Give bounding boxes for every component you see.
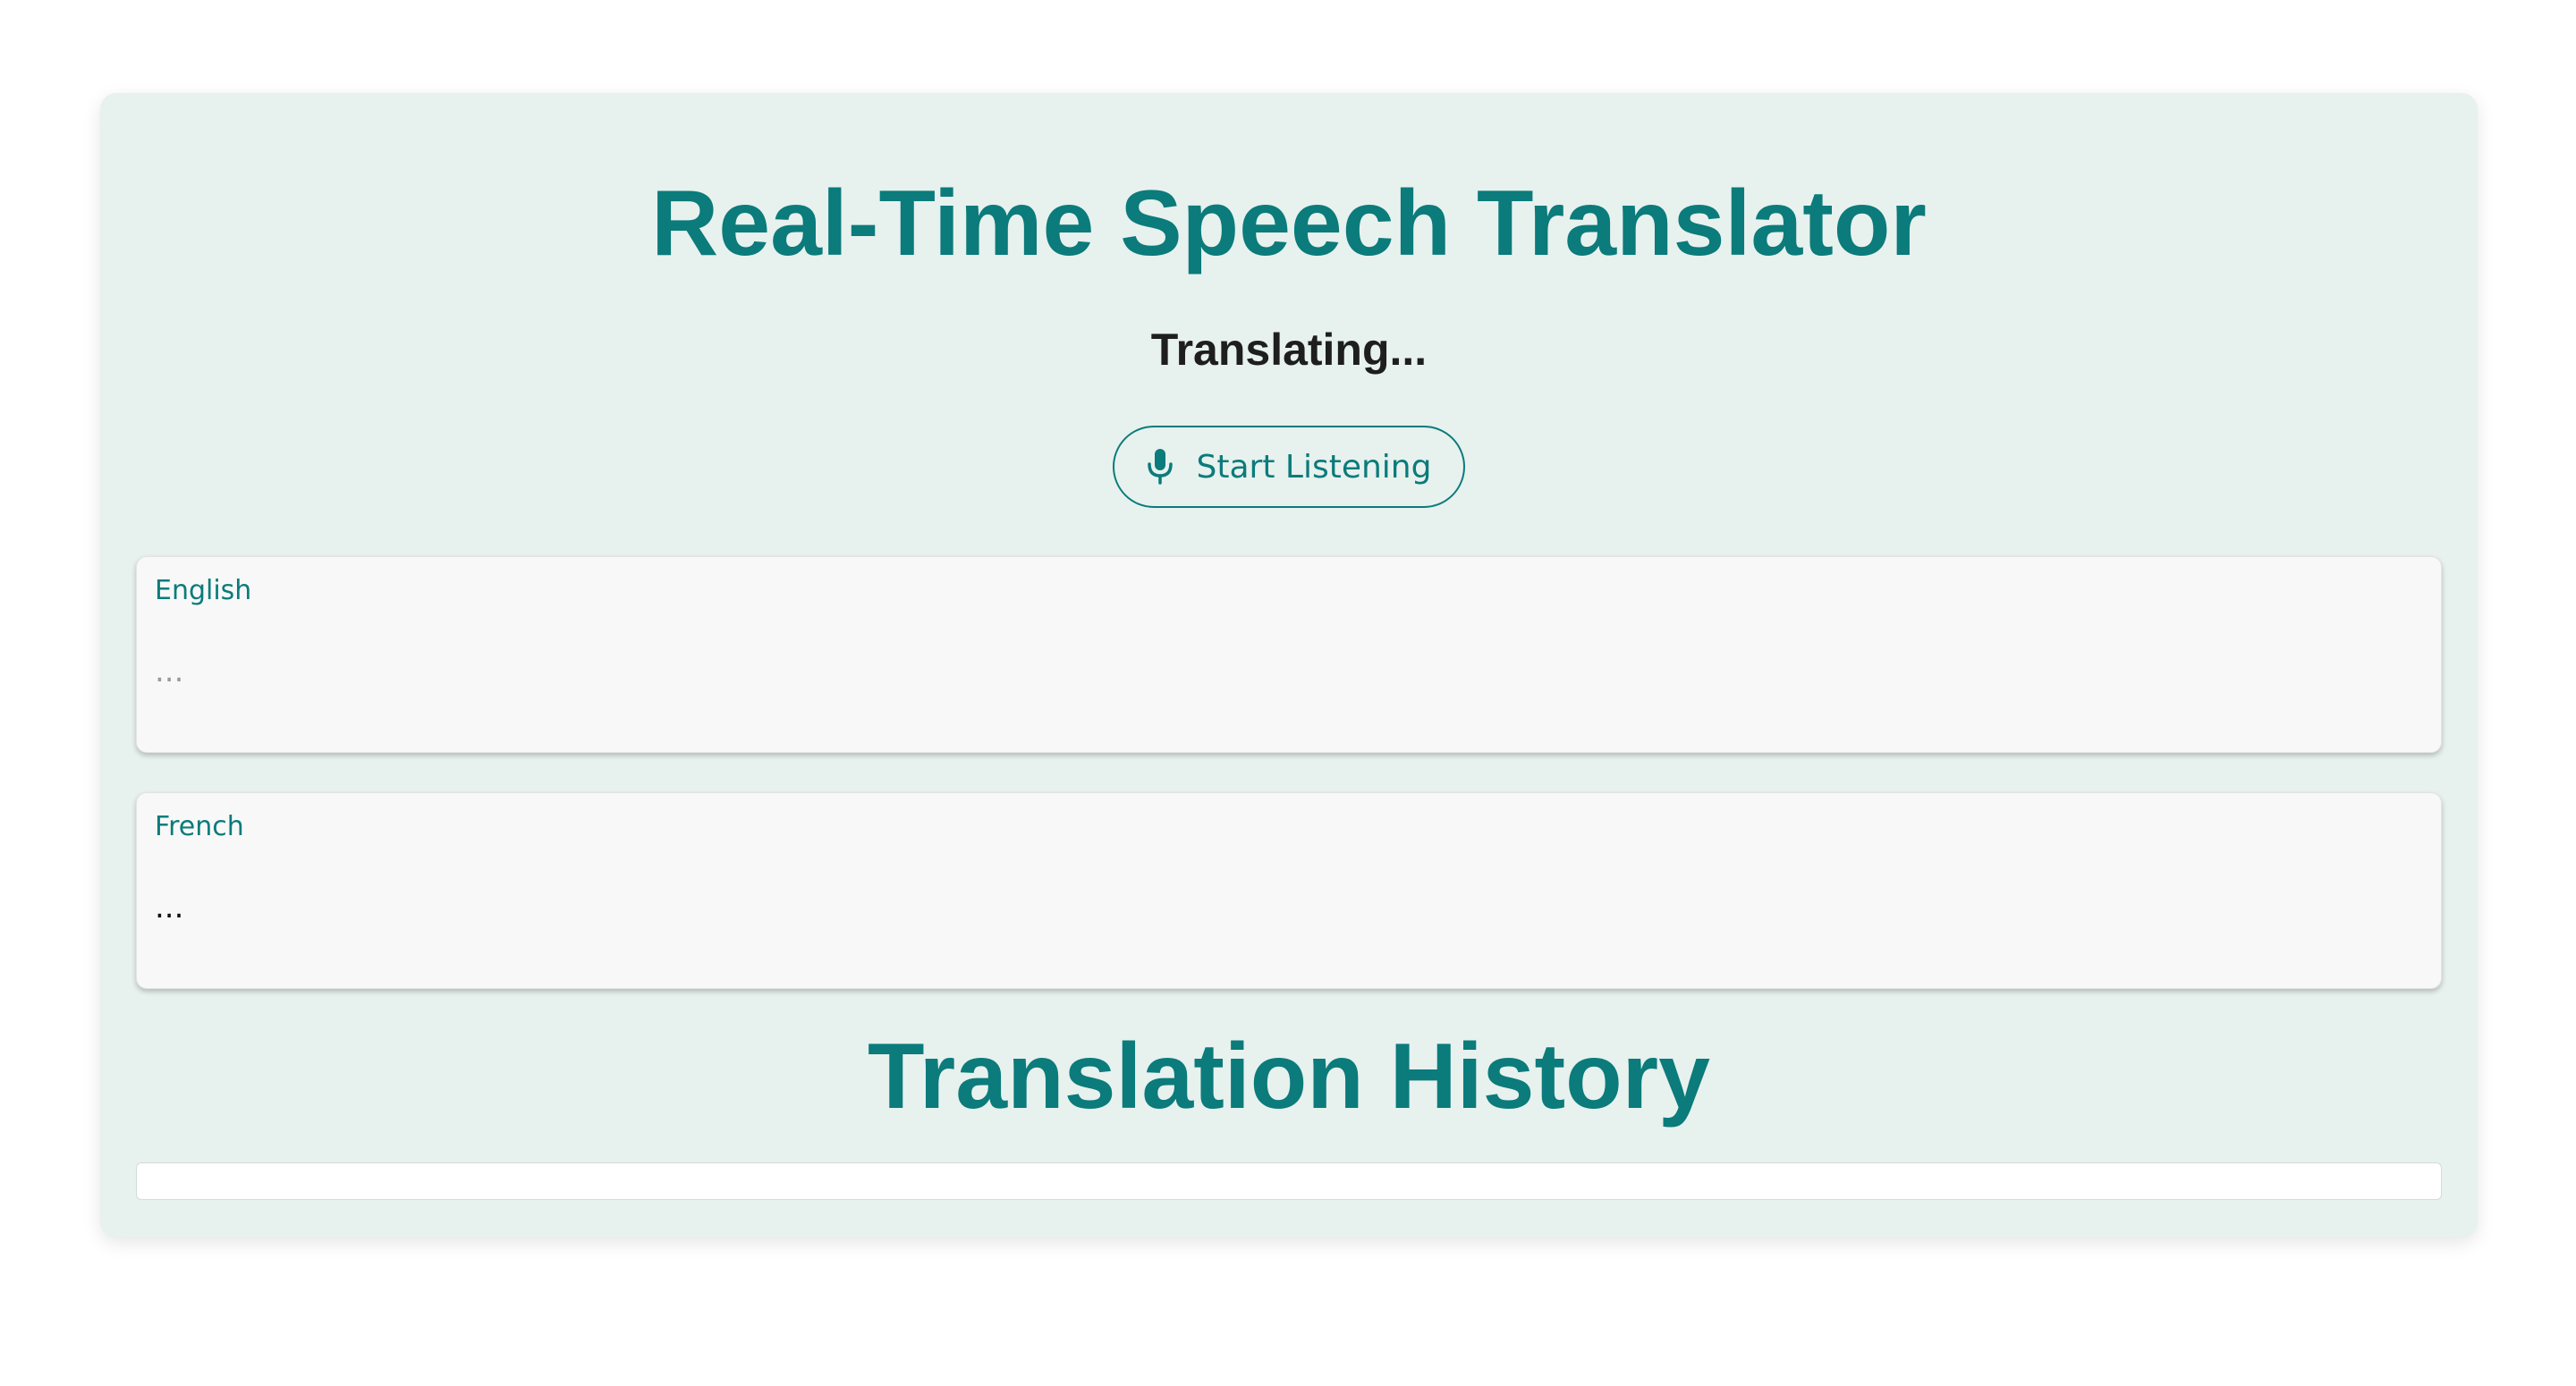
- microphone-icon: [1147, 447, 1174, 486]
- start-listening-button[interactable]: Start Listening: [1113, 426, 1465, 508]
- english-transcript-panel: English ...: [136, 556, 2442, 753]
- page-title: Real-Time Speech Translator: [651, 172, 1927, 275]
- target-language-label: French: [155, 811, 244, 842]
- status-text: Translating...: [1150, 325, 1428, 375]
- translator-container: Real-Time Speech Translator Translating.…: [100, 93, 2478, 1238]
- source-transcript-text: ...: [155, 654, 184, 689]
- target-translation-text: ...: [155, 890, 184, 925]
- history-title: Translation History: [868, 1025, 1710, 1128]
- translation-history-list: [136, 1162, 2442, 1200]
- french-translation-panel: French ...: [136, 792, 2442, 989]
- source-language-label: English: [155, 575, 252, 606]
- start-listening-label: Start Listening: [1196, 448, 1432, 486]
